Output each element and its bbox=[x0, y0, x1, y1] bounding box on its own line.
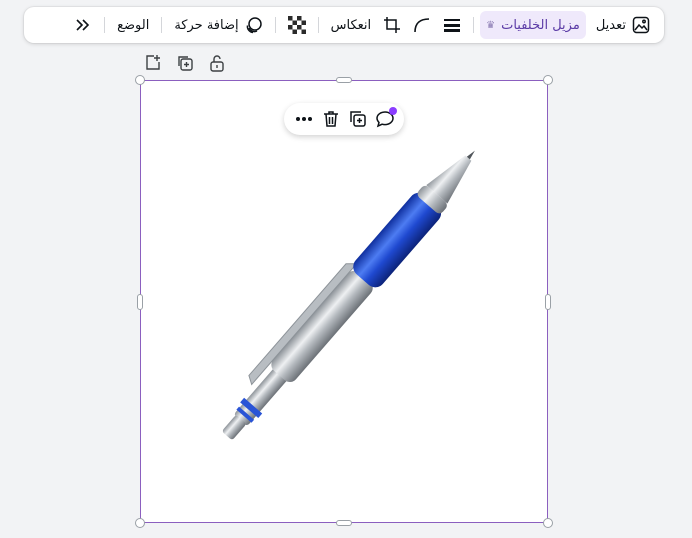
transparency-checker-icon bbox=[287, 16, 306, 34]
bg-remover-button[interactable]: مزيل الخلفيات ♛ bbox=[480, 11, 586, 39]
resize-handle-top[interactable] bbox=[336, 77, 352, 83]
comment-icon[interactable] bbox=[375, 107, 397, 129]
duplicate-icon[interactable] bbox=[348, 109, 368, 129]
trash-icon[interactable] bbox=[321, 109, 341, 129]
corner-rounding-button[interactable] bbox=[407, 11, 437, 39]
animate-label: إضافة حركة bbox=[174, 17, 239, 33]
resize-handle-top-left[interactable] bbox=[135, 75, 145, 85]
resize-handle-bottom-left[interactable] bbox=[135, 518, 145, 528]
add-page-icon[interactable] bbox=[144, 54, 162, 72]
border-style-button[interactable] bbox=[437, 11, 467, 39]
crown-icon: ♛ bbox=[486, 19, 496, 31]
resize-handle-bottom-right[interactable] bbox=[543, 518, 553, 528]
resize-handle-bottom[interactable] bbox=[336, 520, 352, 526]
divider bbox=[104, 17, 106, 33]
divider bbox=[274, 17, 276, 33]
transparency-button[interactable] bbox=[282, 11, 312, 39]
duplicate-icon[interactable] bbox=[176, 54, 194, 72]
edit-label: تعديل bbox=[595, 17, 626, 33]
double-chevron-icon bbox=[74, 16, 92, 34]
divider bbox=[317, 17, 319, 33]
image-edit-icon bbox=[632, 16, 650, 34]
crop-icon bbox=[383, 16, 401, 34]
element-toolbar: تعديل مزيل الخلفيات ♛ انعكاس إضافة حركة … bbox=[24, 7, 664, 43]
more-options-button[interactable] bbox=[68, 11, 98, 39]
divider bbox=[161, 17, 163, 33]
divider bbox=[473, 17, 475, 33]
animate-icon bbox=[245, 16, 263, 34]
context-quick-actions bbox=[284, 103, 404, 135]
notification-dot bbox=[388, 107, 397, 115]
animate-button[interactable]: إضافة حركة bbox=[168, 11, 268, 39]
flip-label: انعكاس bbox=[330, 17, 372, 33]
border-weight-icon bbox=[443, 16, 461, 34]
element-mini-actions bbox=[144, 54, 226, 72]
resize-handle-left[interactable] bbox=[137, 294, 143, 310]
crop-button[interactable] bbox=[377, 11, 407, 39]
resize-handle-right[interactable] bbox=[545, 294, 551, 310]
edit-image-button[interactable]: تعديل bbox=[590, 11, 656, 39]
unlock-icon[interactable] bbox=[208, 54, 226, 72]
corner-rounding-icon bbox=[413, 16, 431, 34]
flip-button[interactable]: انعكاس bbox=[325, 11, 378, 39]
bg-remover-label: مزيل الخلفيات bbox=[501, 17, 580, 33]
position-label: الوضع bbox=[117, 17, 150, 33]
pen-image bbox=[222, 150, 475, 440]
position-button[interactable]: الوضع bbox=[111, 11, 155, 39]
more-dots-icon[interactable] bbox=[294, 109, 314, 129]
resize-handle-top-right[interactable] bbox=[543, 75, 553, 85]
